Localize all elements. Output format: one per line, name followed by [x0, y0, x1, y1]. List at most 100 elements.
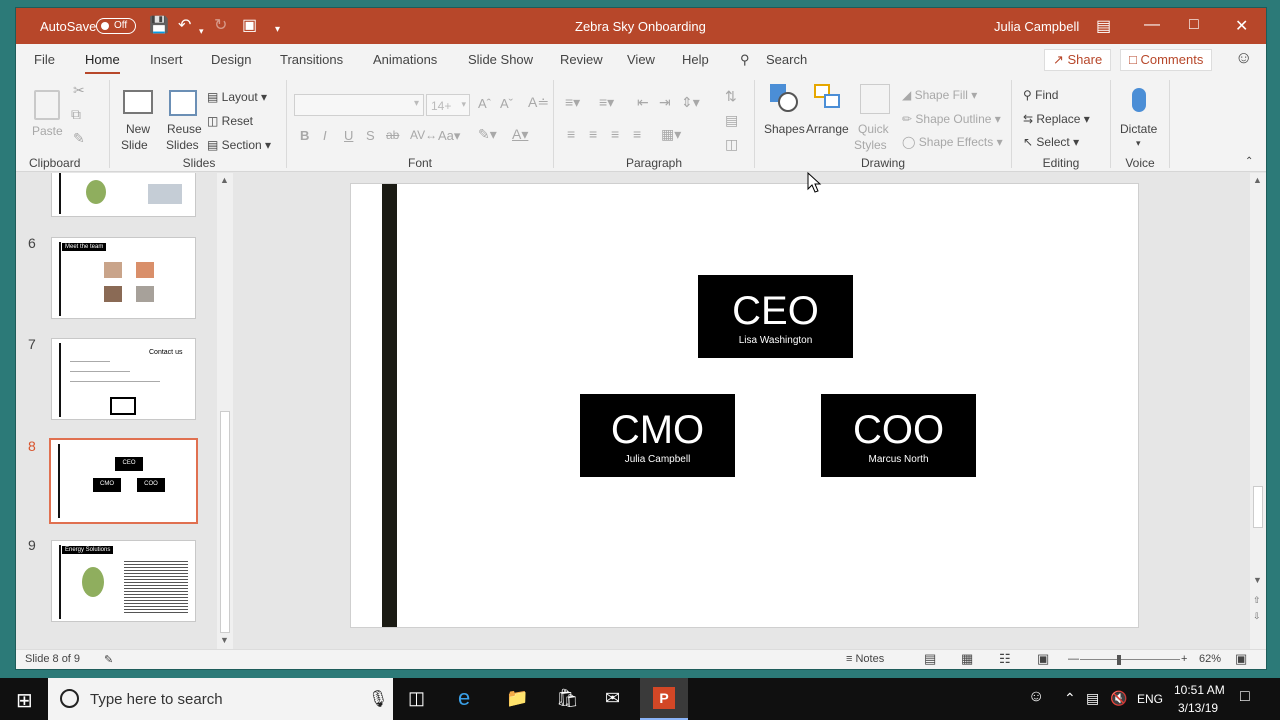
notes-button[interactable]: ≡ Notes: [846, 653, 884, 665]
dictate-label[interactable]: Dictate: [1120, 122, 1157, 136]
text-direction-icon[interactable]: ⇅: [725, 88, 737, 105]
close-icon[interactable]: ✕: [1235, 16, 1248, 36]
reuse-slides-label-1[interactable]: Reuse: [167, 122, 202, 136]
tab-slide-show[interactable]: Slide Show: [468, 52, 533, 67]
fit-to-window-icon[interactable]: ▣: [1235, 651, 1247, 667]
normal-view-icon[interactable]: ▤: [924, 651, 936, 667]
file-explorer-icon[interactable]: 📁: [506, 688, 528, 709]
arrange-label[interactable]: Arrange: [806, 122, 849, 136]
microphone-icon[interactable]: [1132, 88, 1146, 112]
slide-sorter-icon[interactable]: ▦: [961, 651, 973, 667]
slide-thumbnail-6[interactable]: Meet the team: [51, 237, 196, 319]
replace-button[interactable]: ⇆ Replace ▾: [1023, 112, 1090, 126]
search-label[interactable]: Search: [766, 52, 807, 67]
slide-thumbnail-9[interactable]: Energy Solutions: [51, 540, 196, 622]
align-left-icon[interactable]: ≡: [567, 126, 575, 142]
line-spacing-icon[interactable]: ⇕▾: [681, 94, 700, 111]
copy-icon[interactable]: ⧉: [71, 106, 81, 123]
maximize-icon[interactable]: □: [1189, 16, 1199, 34]
tab-file[interactable]: File: [34, 52, 55, 67]
coo-box[interactable]: COO Marcus North: [821, 394, 976, 477]
editor-scrollbar[interactable]: ▲ ▼ ⇧ ⇩: [1250, 173, 1266, 649]
quick-styles-icon[interactable]: [860, 84, 890, 114]
arrange-icon[interactable]: [814, 84, 842, 112]
zoom-level[interactable]: 62%: [1199, 653, 1221, 665]
thumbnail-scrollbar[interactable]: ▲ ▼: [217, 173, 233, 649]
scroll-up-icon[interactable]: ▲: [1253, 175, 1262, 185]
font-color-icon[interactable]: A▾: [512, 126, 528, 143]
present-icon[interactable]: ▣: [242, 17, 257, 35]
clear-formatting-icon[interactable]: A≐: [528, 94, 549, 111]
shadow-icon[interactable]: S: [366, 128, 375, 143]
quick-styles-label-2[interactable]: Styles: [854, 138, 887, 152]
notifications-icon[interactable]: □: [1240, 688, 1250, 706]
show-hidden-icons[interactable]: ⌃: [1064, 690, 1076, 707]
microphone-icon[interactable]: 🎙: [368, 689, 388, 709]
previous-slide-icon[interactable]: ⇧: [1253, 595, 1261, 606]
change-case-icon[interactable]: Aa▾: [438, 128, 460, 144]
comments-button[interactable]: □ Comments: [1120, 49, 1213, 71]
select-button[interactable]: ↖ Select ▾: [1023, 135, 1079, 149]
share-button[interactable]: ↗ Share: [1044, 49, 1112, 71]
tab-design[interactable]: Design: [211, 52, 251, 67]
font-name-field[interactable]: ▾: [294, 94, 424, 116]
tab-insert[interactable]: Insert: [150, 52, 183, 67]
align-right-icon[interactable]: ≡: [611, 126, 619, 142]
cut-icon[interactable]: ✂: [73, 82, 85, 99]
shape-effects-button[interactable]: ◯ Shape Effects ▾: [902, 135, 1003, 149]
scroll-thumb[interactable]: [220, 411, 230, 633]
zoom-slider[interactable]: [1080, 659, 1180, 660]
section-button[interactable]: ▤ Section ▾: [207, 138, 271, 152]
undo-icon[interactable]: ↶: [178, 17, 191, 35]
columns-icon[interactable]: ▦▾: [661, 126, 681, 143]
font-size-field[interactable]: 14+ ▾: [426, 94, 470, 116]
tab-review[interactable]: Review: [560, 52, 603, 67]
tab-animations[interactable]: Animations: [373, 52, 437, 67]
slide-thumbnail-8-selected[interactable]: CEO CMO COO: [49, 438, 198, 524]
clock-date[interactable]: 3/13/19: [1178, 701, 1218, 715]
tab-transitions[interactable]: Transitions: [280, 52, 343, 67]
shapes-icon[interactable]: [768, 82, 798, 114]
scroll-up-icon[interactable]: ▲: [220, 175, 229, 185]
justify-icon[interactable]: ≡: [633, 126, 641, 142]
smiley-feedback-icon[interactable]: ☺: [1235, 48, 1252, 68]
italic-icon[interactable]: I: [323, 128, 327, 143]
task-view-icon[interactable]: ◫: [408, 688, 425, 709]
clock-time[interactable]: 10:51 AM: [1174, 683, 1225, 697]
shapes-label[interactable]: Shapes: [764, 122, 805, 136]
find-button[interactable]: ⚲ Find: [1023, 88, 1058, 102]
zoom-out-icon[interactable]: —: [1068, 653, 1079, 665]
slide-thumbnail-7[interactable]: Contact us: [51, 338, 196, 420]
people-icon[interactable]: ☺: [1028, 688, 1044, 706]
increase-indent-icon[interactable]: ⇥: [659, 94, 671, 111]
accessibility-icon[interactable]: ✎: [104, 653, 113, 666]
quick-styles-label-1[interactable]: Quick: [858, 122, 889, 136]
shape-outline-button[interactable]: ✏ Shape Outline ▾: [902, 112, 1001, 126]
paste-label[interactable]: Paste: [32, 124, 63, 138]
tab-help[interactable]: Help: [682, 52, 709, 67]
tab-view[interactable]: View: [627, 52, 655, 67]
store-icon[interactable]: 🛍: [556, 688, 579, 709]
layout-button[interactable]: ▤ Layout ▾: [207, 90, 267, 104]
cmo-box[interactable]: CMO Julia Campbell: [580, 394, 735, 477]
volume-muted-icon[interactable]: 🔇: [1110, 690, 1127, 707]
format-painter-icon[interactable]: ✎: [73, 130, 85, 147]
windows-start-icon[interactable]: ⊞: [16, 688, 33, 713]
char-spacing-icon[interactable]: AV↔: [410, 128, 437, 142]
new-slide-label-2[interactable]: Slide: [121, 138, 148, 152]
autosave-toggle[interactable]: Off: [96, 18, 136, 34]
search-icon[interactable]: ⚲: [740, 52, 750, 68]
shape-fill-button[interactable]: ◢ Shape Fill ▾: [902, 88, 977, 102]
collapse-ribbon-icon[interactable]: ⌃: [1245, 156, 1253, 167]
redo-icon[interactable]: ↻: [214, 17, 227, 35]
mail-icon[interactable]: ✉: [605, 688, 620, 709]
bold-icon[interactable]: B: [300, 128, 309, 143]
scroll-thumb[interactable]: [1253, 486, 1263, 528]
reuse-slides-label-2[interactable]: Slides: [166, 138, 199, 152]
grow-font-icon[interactable]: Aˆ: [478, 96, 491, 111]
slide-canvas[interactable]: CEO Lisa Washington CMO Julia Campbell C…: [350, 183, 1139, 628]
customize-toolbar-icon[interactable]: ▾: [275, 21, 280, 39]
edge-browser-icon[interactable]: e: [458, 685, 470, 711]
reading-view-icon[interactable]: ☷: [999, 651, 1011, 667]
smartart-icon[interactable]: ◫: [725, 136, 738, 153]
